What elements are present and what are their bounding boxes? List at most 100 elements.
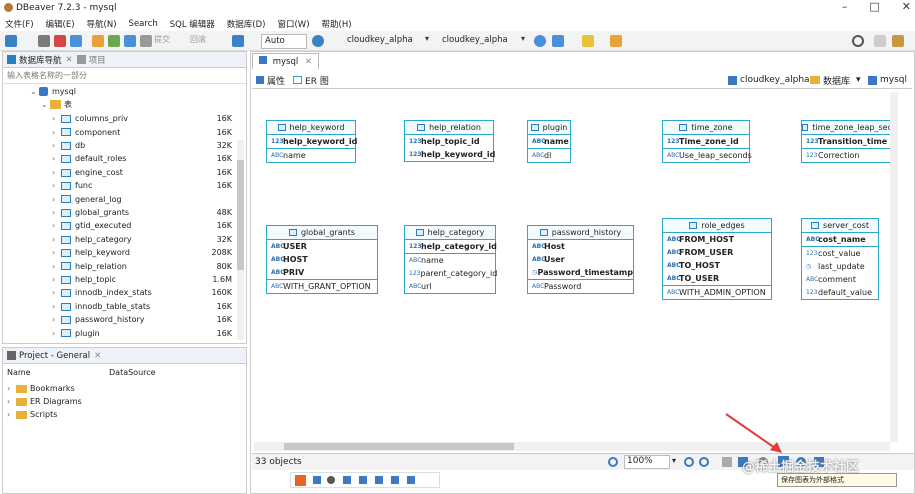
ime-mic-icon[interactable] [343, 476, 351, 484]
menu-search[interactable]: Search [129, 19, 158, 29]
chevron-right-icon[interactable]: › [52, 168, 55, 177]
entity-plugin[interactable]: plugin ABC name ABC dl [527, 120, 571, 163]
entity-field[interactable]: 123 Correction [802, 149, 892, 162]
entity-key-field[interactable]: ABC TO_HOST [663, 259, 771, 272]
table-row[interactable]: › db 32K [3, 139, 238, 152]
perspective-icon[interactable] [874, 35, 886, 47]
entity-key-field[interactable]: ABC TO_USER [663, 272, 771, 285]
table-row[interactable]: › component 16K [3, 125, 238, 138]
entity-time-zone[interactable]: time_zone 123 Time_zone_id ABC Use_leap_seco… [662, 120, 752, 163]
navigator-filter-input[interactable]: 输入表格名称的一部分 [3, 68, 246, 84]
tree-node-tables-folder[interactable]: ⌄ 表 [3, 98, 238, 111]
table-row[interactable]: › engine_cost 16K [3, 166, 238, 179]
table-row[interactable]: › gtid_executed 16K [3, 219, 238, 232]
ime-logo-icon[interactable] [295, 475, 306, 486]
chevron-down-icon[interactable]: ▾ [521, 34, 525, 43]
table-row[interactable]: › help_relation 80K [3, 259, 238, 272]
menu-help[interactable]: 帮助(H) [322, 18, 352, 30]
subtab-properties[interactable]: 属性 [267, 74, 285, 87]
table-row[interactable]: › columns_priv 16K [3, 112, 238, 125]
table-row[interactable]: › help_keyword 208K [3, 246, 238, 259]
breadcrumb-schema[interactable]: mysql [880, 75, 907, 85]
entity-field[interactable]: 123 cost_value [802, 247, 878, 260]
entity-key-field[interactable]: 123 Time_zone_id [663, 135, 749, 148]
globe-icon[interactable] [534, 35, 546, 47]
entity-field[interactable]: ◷ last_update [802, 260, 878, 273]
entity-field[interactable]: ABC Use_leap_seconds [663, 149, 752, 162]
maximize-icon[interactable]: □ [869, 0, 879, 13]
ime-tools-icon[interactable] [391, 476, 399, 484]
chevron-down-icon[interactable]: ▾ [425, 34, 429, 43]
ime-keyboard-icon[interactable] [359, 476, 367, 484]
entity-field[interactable]: ABC WITH_GRANT_OPTION [267, 280, 377, 293]
active-schema-combo[interactable]: cloudkey_alpha [439, 34, 521, 49]
commit-button[interactable]: 提交 [154, 34, 170, 45]
chevron-right-icon[interactable]: › [52, 208, 55, 217]
subtab-er-diagram[interactable]: ER 图 [305, 74, 329, 87]
table-row[interactable]: › plugin 16K [3, 326, 238, 339]
table-row[interactable]: › innodb_index_stats 160K [3, 286, 238, 299]
entity-field[interactable]: ABC dl [528, 149, 570, 162]
entity-key-field[interactable]: 123 help_keyword_id [267, 135, 357, 148]
chevron-right-icon[interactable]: › [52, 128, 55, 137]
zoom-in-icon[interactable] [684, 457, 694, 467]
tx-mode-combo[interactable]: Auto [261, 34, 307, 49]
zoom-out-icon[interactable] [699, 457, 709, 467]
entity-key-field[interactable]: ABC User [528, 253, 633, 266]
ime-skin-icon[interactable] [375, 476, 383, 484]
tree-node-mysql[interactable]: ⌄ mysql [3, 85, 238, 98]
active-datasource-combo[interactable]: cloudkey_alpha [344, 34, 430, 49]
column-datasource[interactable]: DataSource [109, 368, 156, 377]
chevron-right-icon[interactable]: › [52, 248, 55, 257]
open-sql-icon[interactable] [108, 35, 120, 47]
filter-icon[interactable] [232, 35, 244, 47]
entity-key-field[interactable]: 123 Transition_time [802, 135, 892, 148]
entity-global-grants[interactable]: global_grants ABC USER ABC HOST ABC PRIV ABC WIT… [266, 225, 378, 294]
tx-mode-icon[interactable] [140, 35, 152, 47]
project-title[interactable]: Project - General [19, 351, 90, 361]
entity-key-field[interactable]: ABC USER [267, 240, 377, 253]
ime-mode-icon[interactable] [313, 476, 321, 484]
entity-field[interactable]: 123 parent_category_id [405, 267, 497, 280]
table-row[interactable]: › global_grants 48K [3, 206, 238, 219]
chevron-right-icon[interactable]: › [52, 221, 55, 230]
history-icon[interactable] [312, 35, 324, 47]
chevron-down-icon[interactable]: ▾ [856, 75, 861, 85]
project-item-bookmarks[interactable]: › Bookmarks [3, 382, 238, 395]
refresh-icon[interactable] [70, 35, 82, 47]
chevron-right-icon[interactable]: › [52, 315, 55, 324]
breadcrumb-database[interactable]: 数据库 [823, 74, 850, 87]
entity-key-field[interactable]: ◷ Password_timestamp [528, 266, 633, 279]
rollback-button[interactable]: 回滚 [190, 34, 206, 45]
search-icon[interactable] [852, 35, 864, 47]
entity-help-relation[interactable]: help_relation 123 help_topic_id 123 help_key… [404, 120, 495, 162]
entity-key-field[interactable]: 123 help_category_id [405, 240, 497, 253]
chevron-right-icon[interactable]: › [52, 141, 55, 150]
project-item-er-diagrams[interactable]: › ER Diagrams [3, 395, 238, 408]
projects-tab[interactable]: 项目 [89, 54, 106, 66]
entity-field[interactable]: ABC comment [802, 273, 878, 286]
console-icon[interactable] [124, 35, 136, 47]
canvas-horizontal-scrollbar[interactable] [254, 442, 890, 451]
chevron-right-icon[interactable]: › [52, 195, 55, 204]
menu-database[interactable]: 数据库(D) [227, 18, 266, 30]
layout-icon[interactable] [722, 457, 732, 467]
chevron-right-icon[interactable]: › [52, 302, 55, 311]
close-icon[interactable]: ✕ [66, 55, 73, 65]
navigator-title[interactable]: 数据库导航 [19, 54, 62, 66]
ime-punct-icon[interactable] [327, 476, 335, 484]
table-row[interactable]: › func 16K [3, 179, 238, 192]
pin-icon[interactable] [582, 35, 594, 47]
entity-key-field[interactable]: 123 help_topic_id [405, 135, 493, 148]
table-row[interactable]: › password_history 16K [3, 313, 238, 326]
close-icon[interactable]: ✕ [94, 351, 101, 361]
entity-help-keyword[interactable]: help_keyword 123 help_keyword_id ABC name [266, 120, 357, 163]
entity-field[interactable]: ABC Password [528, 280, 633, 293]
entity-time-zone-leap-sec[interactable]: time_zone_leap_sec 123 Transition_time 123 C… [801, 120, 893, 163]
entity-help-category[interactable]: help_category 123 help_category_id ABC name 1… [404, 225, 497, 294]
table-row[interactable]: › innodb_table_stats 16K [3, 300, 238, 313]
entity-key-field[interactable]: ABC FROM_USER [663, 246, 771, 259]
entity-key-field[interactable]: ABC HOST [267, 253, 377, 266]
zoom-combo[interactable]: 100% [624, 455, 670, 469]
close-icon[interactable]: ✕ [305, 57, 312, 67]
